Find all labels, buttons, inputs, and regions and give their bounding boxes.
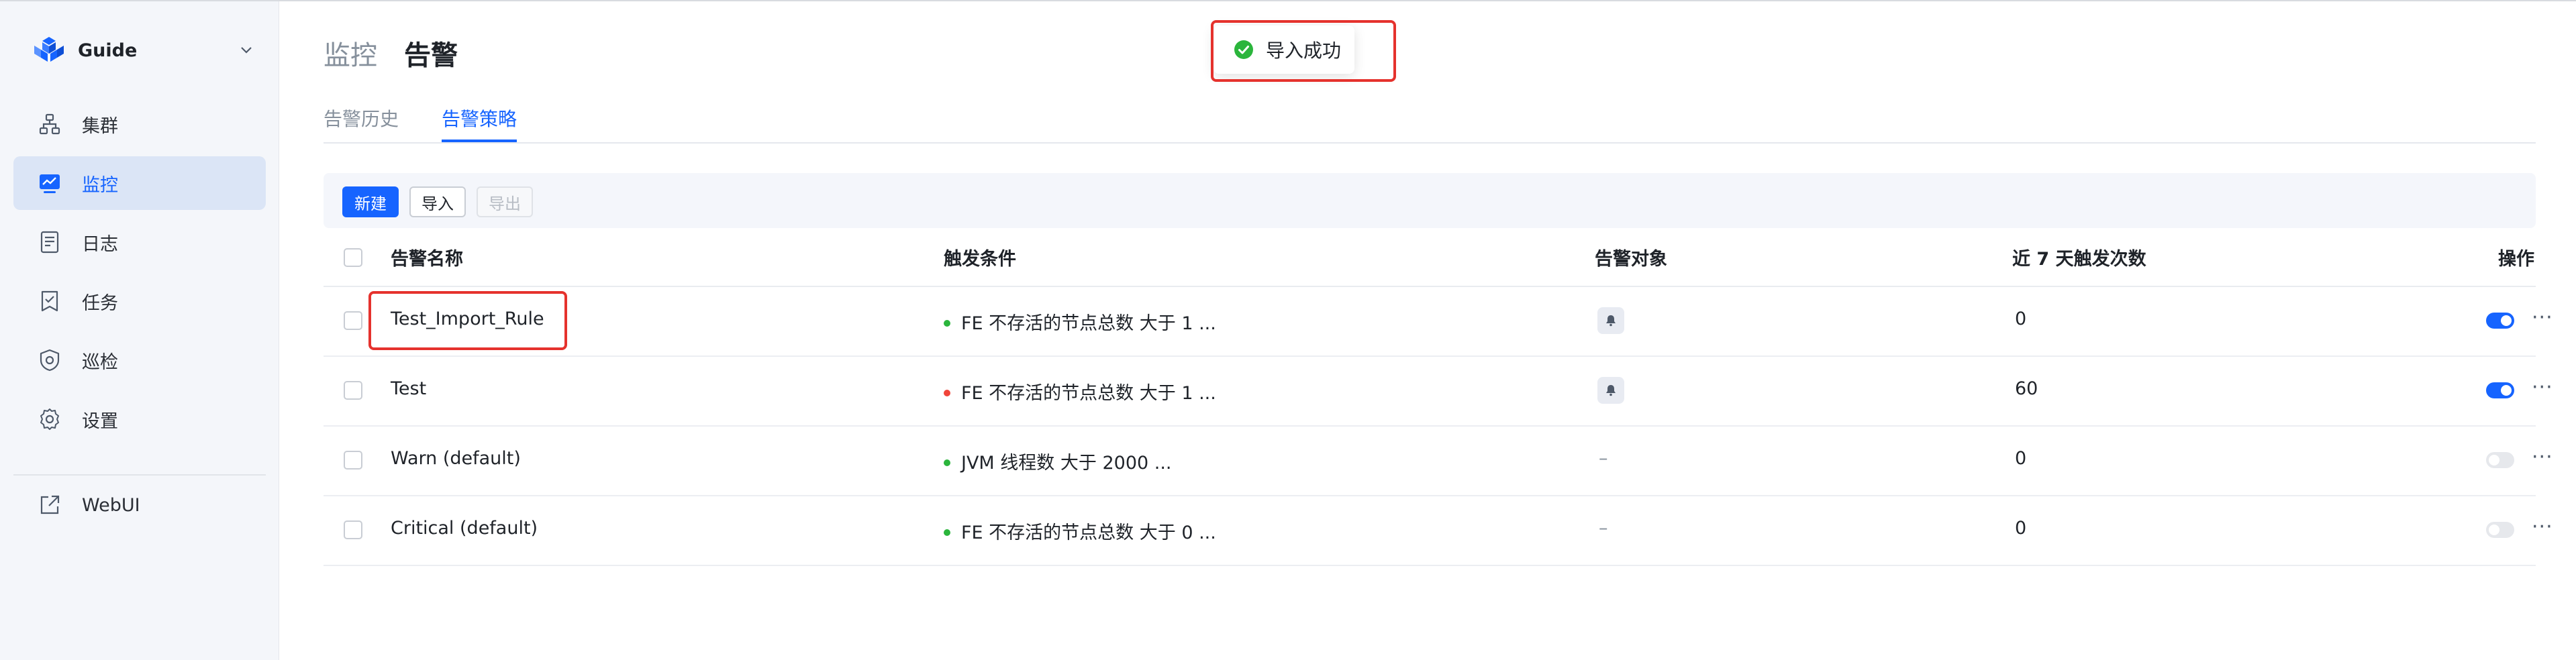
check-circle-icon (1234, 40, 1253, 59)
sidebar-item-log[interactable]: 日志 (13, 215, 266, 269)
sidebar-item-label: 日志 (82, 233, 118, 255)
sidebar-item-label: 集群 (82, 115, 118, 137)
sidebar-item-label: 巡检 (82, 351, 118, 373)
condition-text: FE 不存活的节点总数 大于 1 ... (961, 383, 1216, 404)
alert-target-empty: – (1599, 448, 1608, 469)
rule-name[interactable]: Critical (default) (391, 518, 538, 539)
select-all-checkbox[interactable] (344, 248, 362, 267)
more-actions-icon[interactable]: ··· (2532, 376, 2553, 399)
alert-target-empty: – (1599, 518, 1608, 539)
row-checkbox[interactable] (344, 381, 362, 400)
sidebar-item-webui[interactable]: WebUI (13, 478, 266, 532)
app-switcher[interactable]: Guide (34, 34, 255, 67)
column-header-name: 告警名称 (391, 249, 463, 270)
sidebar-divider (13, 474, 266, 476)
sidebar-item-label: WebUI (82, 494, 140, 516)
rule-name[interactable]: Test_Import_Rule (391, 309, 544, 329)
alert-target-badge (1597, 377, 1624, 404)
status-dot (944, 389, 950, 396)
column-header-target: 告警对象 (1595, 249, 1667, 270)
more-actions-icon[interactable]: ··· (2532, 445, 2553, 469)
inspection-shield-icon (40, 349, 60, 372)
sidebar-item-label: 设置 (82, 410, 118, 432)
trigger-condition: FE 不存活的节点总数 大于 1 ... (944, 378, 1216, 404)
more-actions-icon[interactable]: ··· (2532, 306, 2553, 329)
task-icon (41, 290, 58, 312)
export-button[interactable]: 导出 (477, 186, 533, 217)
tab-alert-history[interactable]: 告警历史 (324, 105, 399, 141)
trigger-count: 0 (2015, 518, 2027, 539)
enable-toggle[interactable] (2486, 452, 2514, 468)
condition-text: FE 不存活的节点总数 大于 0 ... (961, 522, 1216, 543)
app-name: Guide (78, 40, 138, 61)
tab-alert-policy[interactable]: 告警策略 (442, 105, 517, 142)
status-dot (944, 319, 950, 327)
chevron-down-icon[interactable] (238, 42, 255, 59)
more-actions-icon[interactable]: ··· (2532, 515, 2553, 539)
table-row[interactable]: Test FE 不存活的节点总数 大于 1 ... 60 ··· (324, 355, 2553, 427)
trigger-condition: FE 不存活的节点总数 大于 1 ... (944, 309, 1216, 335)
sidebar-item-settings[interactable]: 设置 (13, 392, 266, 446)
page-title: 告警 (404, 40, 458, 71)
trigger-condition: JVM 线程数 大于 2000 ... (944, 448, 1172, 474)
rule-name[interactable]: Warn (default) (391, 448, 521, 469)
table-header: 告警名称 触发条件 告警对象 近 7 天触发次数 操作 (324, 229, 2536, 287)
status-dot (944, 529, 950, 536)
sidebar-item-inspection[interactable]: 巡检 (13, 333, 266, 387)
trigger-count: 0 (2015, 309, 2027, 329)
sidebar-item-task[interactable]: 任务 (13, 274, 266, 328)
table-toolbar: 新建 导入 导出 (324, 173, 2536, 228)
column-header-trigger-count: 近 7 天触发次数 (2012, 249, 2146, 270)
monitor-icon (40, 174, 60, 193)
row-checkbox[interactable] (344, 451, 362, 470)
trigger-count: 60 (2015, 378, 2038, 399)
bell-icon (1606, 385, 1616, 396)
new-button[interactable]: 新建 (342, 186, 399, 217)
settings-gear-icon (40, 408, 59, 430)
logo-cubes-icon (34, 37, 64, 62)
row-checkbox[interactable] (344, 311, 362, 330)
row-checkbox[interactable] (344, 520, 362, 539)
condition-text: FE 不存活的节点总数 大于 1 ... (961, 313, 1216, 334)
sidebar-item-label: 监控 (82, 174, 118, 196)
sidebar: Guide 集群 监控 日志 任务 巡检 设置 WebUI (0, 1, 279, 660)
log-icon (40, 231, 59, 254)
trigger-count: 0 (2015, 448, 2027, 469)
table-row[interactable]: Warn (default) JVM 线程数 大于 2000 ... – 0 ·… (324, 425, 2553, 496)
trigger-condition: FE 不存活的节点总数 大于 0 ... (944, 518, 1216, 544)
tabs: 告警历史 告警策略 (324, 105, 2536, 144)
table-row[interactable]: Test_Import_Rule FE 不存活的节点总数 大于 1 ... 0 … (324, 286, 2553, 357)
sidebar-item-label: 任务 (82, 292, 118, 314)
breadcrumb: 监控 告警 (324, 34, 458, 72)
toast-notification: 导入成功 (1213, 25, 1354, 74)
bell-icon (1606, 315, 1616, 327)
table-row[interactable]: Critical (default) FE 不存活的节点总数 大于 0 ... … (324, 495, 2553, 566)
breadcrumb-parent[interactable]: 监控 (324, 34, 377, 72)
external-link-icon (40, 495, 60, 514)
column-header-actions: 操作 (2498, 249, 2534, 270)
rule-name[interactable]: Test (391, 378, 426, 399)
enable-toggle[interactable] (2486, 382, 2514, 398)
main-content: 监控 告警 告警历史 告警策略 新建 导入 导出 告警名称 触发条件 告警对象 … (279, 1, 2576, 660)
enable-toggle[interactable] (2486, 522, 2514, 538)
cluster-icon (39, 113, 60, 135)
sidebar-item-cluster[interactable]: 集群 (13, 97, 266, 151)
column-header-condition: 触发条件 (944, 249, 1016, 270)
status-dot (944, 459, 950, 466)
enable-toggle[interactable] (2486, 313, 2514, 329)
import-button[interactable]: 导入 (409, 186, 466, 217)
sidebar-item-monitor[interactable]: 监控 (13, 156, 266, 210)
alert-target-badge (1597, 307, 1624, 334)
condition-text: JVM 线程数 大于 2000 ... (961, 453, 1172, 474)
toast-message: 导入成功 (1266, 40, 1342, 62)
